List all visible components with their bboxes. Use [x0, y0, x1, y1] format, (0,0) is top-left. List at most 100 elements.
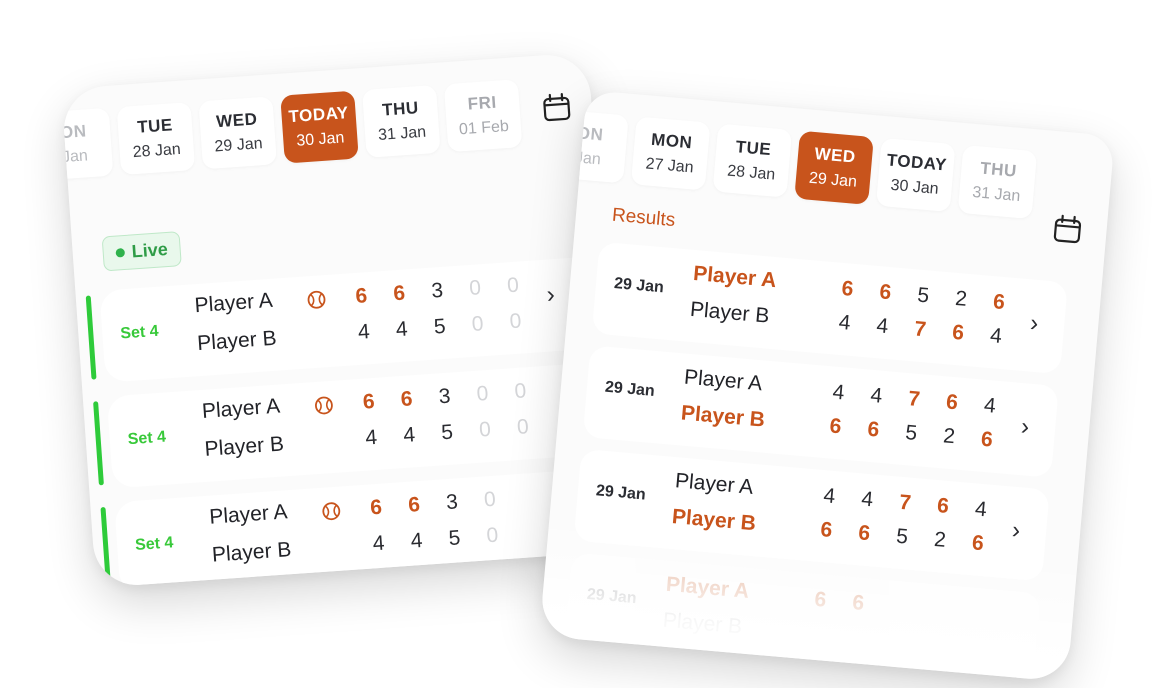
- score-cell: 4: [974, 497, 988, 522]
- tennis-ball-icon: [322, 502, 341, 521]
- score-cell: 4: [402, 423, 416, 447]
- score-cell: 2: [954, 286, 968, 311]
- score-cell: 0: [478, 417, 492, 442]
- score-cell: 4: [822, 484, 837, 509]
- player-a-name: Player A: [665, 572, 751, 603]
- live-match-row[interactable]: Set 4 Player A Player B 6 6 3 0 4 4 5 0: [100, 467, 620, 588]
- chevron-right-icon[interactable]: ›: [1011, 517, 1021, 546]
- day-name: FRI: [467, 92, 498, 114]
- score-cell: 6: [362, 389, 376, 414]
- player-a-name: Player A: [208, 500, 289, 529]
- day-date: 29 Jan: [808, 169, 858, 191]
- live-match-row[interactable]: Set 4 Player A Player B 6 6 3 0 0 4 4 5 …: [85, 255, 605, 383]
- day-name: ON: [61, 121, 88, 143]
- day-name: MON: [650, 129, 694, 153]
- score-cell: 0: [485, 523, 500, 548]
- score-cell: 0: [516, 415, 530, 440]
- day-tab-selected[interactable]: TODAY 30 Jan: [280, 90, 359, 164]
- day-date: 28 Jan: [132, 140, 182, 162]
- day-name: THU: [381, 98, 420, 120]
- day-selector: ON Jan MON 27 Jan TUE 28 Jan WED 29 Jan TODA…: [549, 109, 1038, 220]
- player-a-name: Player A: [692, 261, 778, 293]
- score-cell: 0: [483, 487, 497, 512]
- calendar-button[interactable]: [1049, 211, 1086, 248]
- day-tab[interactable]: THU 31 Jan: [362, 84, 441, 158]
- calendar-button[interactable]: [539, 89, 575, 125]
- day-tab[interactable]: TODAY 30 Jan: [875, 137, 956, 213]
- score-cell: 6: [840, 276, 855, 301]
- day-tab[interactable]: MON 27 Jan: [630, 116, 711, 191]
- score-cell: 0: [508, 309, 523, 334]
- day-date: 29 Jan: [213, 135, 264, 156]
- player-b-name: Player B: [211, 538, 293, 567]
- player-b-name: Player B: [196, 326, 278, 356]
- player-b-name: Player B: [680, 401, 766, 432]
- score-cell: 6: [819, 518, 834, 542]
- score-cell: 6: [857, 521, 872, 546]
- score-cell: 2: [933, 527, 947, 552]
- results-heading: Results: [611, 204, 677, 232]
- score-cell: 0: [470, 312, 485, 336]
- day-tab[interactable]: TUE 28 Jan: [712, 123, 793, 198]
- score-cell: 0: [475, 381, 490, 406]
- player-b-name: Player B: [689, 297, 771, 328]
- score-cell: 6: [369, 495, 383, 520]
- score-cell: 3: [437, 384, 452, 409]
- score-cell: 4: [983, 393, 997, 418]
- day-date: 30 Jan: [295, 129, 345, 150]
- score-cell: 5: [916, 283, 931, 308]
- day-tab-selected[interactable]: WED 29 Jan: [794, 130, 874, 205]
- day-date: 28 Jan: [726, 162, 776, 184]
- live-match-row[interactable]: Set 4 Player A Player B 6 6 3 0 0 4 4 5 …: [93, 361, 612, 489]
- day-tab[interactable]: FRI 01 Feb: [443, 79, 523, 153]
- live-indicator-bar: [93, 401, 104, 486]
- score-cell: 2: [942, 424, 956, 449]
- results-card: ON Jan MON 27 Jan TUE 28 Jan WED 29 Jan TODA…: [539, 89, 1115, 683]
- day-name: WED: [813, 144, 857, 167]
- chevron-right-icon[interactable]: ›: [546, 281, 556, 309]
- score-cell: 5: [447, 526, 462, 551]
- day-tab[interactable]: THU 31 Jan: [957, 144, 1038, 220]
- score-cell: 6: [354, 284, 369, 308]
- chevron-right-icon[interactable]: ›: [1020, 413, 1030, 442]
- set-label: Set 4: [127, 428, 167, 449]
- chevron-right-icon[interactable]: ›: [1029, 310, 1039, 339]
- day-name: TODAY: [287, 103, 350, 127]
- day-tab[interactable]: ON Jan: [61, 107, 114, 181]
- live-indicator-bar: [85, 295, 97, 380]
- day-tab[interactable]: WED 29 Jan: [198, 96, 277, 170]
- score-cell: 6: [980, 427, 994, 452]
- score-cell: 5: [895, 524, 909, 549]
- set-label: Set 4: [119, 322, 160, 343]
- score-cell: 6: [392, 281, 406, 306]
- score-cell: 6: [971, 531, 985, 556]
- score-cell: 6: [407, 493, 421, 517]
- match-date: 29 Jan: [595, 482, 647, 504]
- score-cell: 6: [878, 280, 893, 305]
- score-cell: 4: [989, 324, 1003, 349]
- player-a-name: Player A: [201, 394, 281, 423]
- player-b-name: Player B: [671, 505, 757, 536]
- day-name: TODAY: [886, 150, 948, 175]
- match-date: 29 Jan: [613, 275, 665, 297]
- player-b-name: Player B: [203, 432, 285, 461]
- score-cell: 4: [409, 528, 424, 553]
- score-cell: 4: [364, 425, 378, 450]
- live-dot-icon: [115, 248, 126, 258]
- score-cell: 6: [813, 587, 828, 612]
- match-date: 29 Jan: [604, 378, 656, 400]
- day-name: TUE: [136, 115, 174, 137]
- day-date: Jan: [61, 147, 89, 167]
- player-a-name: Player A: [193, 288, 274, 318]
- day-tab[interactable]: TUE 28 Jan: [116, 102, 196, 176]
- score-cell: 7: [907, 387, 922, 412]
- calendar-icon: [543, 93, 571, 122]
- match-date: 29 Jan: [586, 585, 638, 608]
- live-indicator-bar: [100, 506, 112, 588]
- score-cell: 4: [837, 310, 852, 335]
- score-cell: 5: [904, 421, 919, 445]
- score-cell: 6: [400, 387, 414, 412]
- score-cell: 0: [506, 273, 520, 298]
- calendar-icon: [1053, 214, 1082, 244]
- day-date: 01 Feb: [458, 117, 510, 139]
